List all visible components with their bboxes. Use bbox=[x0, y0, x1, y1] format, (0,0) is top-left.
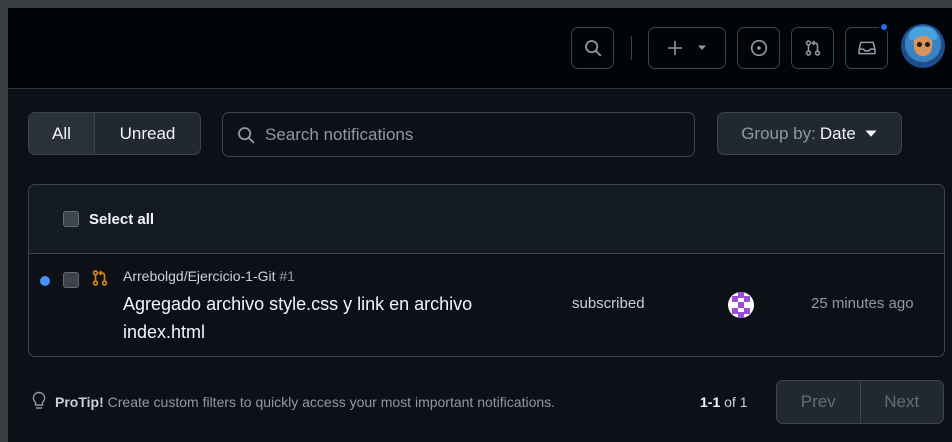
notification-title[interactable]: Agregado archivo style.css y link en arc… bbox=[123, 290, 523, 346]
notification-reason: subscribed bbox=[572, 295, 645, 312]
git-pull-request-icon bbox=[92, 270, 108, 286]
notifications-page: All Unread Group by: Date Select all Arr… bbox=[8, 8, 952, 442]
select-all-checkbox[interactable] bbox=[63, 211, 79, 227]
plus-icon bbox=[667, 40, 683, 56]
protip-label: ProTip! bbox=[55, 394, 104, 410]
group-by-label: Group by: bbox=[741, 123, 816, 143]
read-filter-segmented-control: All Unread bbox=[28, 112, 201, 155]
triangle-down-icon bbox=[865, 130, 877, 137]
pull-requests-button[interactable] bbox=[791, 27, 834, 69]
author-avatar bbox=[728, 292, 754, 318]
notification-checkbox[interactable] bbox=[63, 272, 79, 288]
search-icon bbox=[584, 40, 601, 57]
filter-unread-button[interactable]: Unread bbox=[95, 113, 200, 154]
search-button[interactable] bbox=[571, 27, 614, 69]
inbox-button[interactable] bbox=[845, 27, 888, 69]
pagination-count: 1-1 of 1 bbox=[700, 394, 747, 410]
pagination: Prev Next bbox=[776, 380, 944, 424]
user-avatar[interactable] bbox=[901, 24, 945, 68]
protip-message: Create custom filters to quickly access … bbox=[107, 394, 556, 410]
list-header: Select all bbox=[29, 185, 944, 254]
header-divider bbox=[631, 36, 632, 60]
search-icon bbox=[238, 126, 255, 143]
notification-repo: Arrebolgd/Ejercicio-1-Git #1 bbox=[123, 268, 295, 284]
unread-dot bbox=[40, 276, 50, 286]
global-header bbox=[8, 8, 952, 89]
pagination-total: of 1 bbox=[724, 394, 748, 410]
group-by-dropdown[interactable]: Group by: Date bbox=[717, 112, 902, 155]
notifications-list: Select all Arrebolgd/Ejercicio-1-Git #1 … bbox=[28, 184, 945, 357]
triangle-down-icon bbox=[698, 45, 706, 50]
search-input[interactable] bbox=[265, 124, 665, 145]
group-by-value: Date bbox=[819, 123, 856, 143]
filter-all-button[interactable]: All bbox=[29, 113, 95, 154]
notifications-search bbox=[222, 112, 695, 157]
issue-opened-icon bbox=[750, 39, 767, 57]
light-bulb-icon bbox=[32, 391, 46, 409]
repo-name: Arrebolgd/Ejercicio-1-Git bbox=[123, 268, 276, 284]
prev-button[interactable]: Prev bbox=[777, 381, 861, 423]
notification-item[interactable]: Arrebolgd/Ejercicio-1-Git #1 Agregado ar… bbox=[29, 254, 944, 356]
issue-number: #1 bbox=[279, 268, 295, 284]
git-pull-request-icon bbox=[805, 40, 820, 56]
unread-indicator-dot bbox=[879, 22, 889, 32]
inbox-icon bbox=[857, 41, 876, 55]
next-button[interactable]: Next bbox=[861, 381, 944, 423]
notification-time: 25 minutes ago bbox=[811, 295, 914, 312]
pagination-range: 1-1 bbox=[700, 394, 721, 410]
create-new-button[interactable] bbox=[648, 27, 726, 69]
select-all-label[interactable]: Select all bbox=[89, 211, 154, 228]
issues-button[interactable] bbox=[737, 27, 780, 69]
notifications-footer: ProTip! Create custom filters to quickly… bbox=[8, 378, 952, 428]
protip-text: ProTip! Create custom filters to quickly… bbox=[55, 394, 555, 410]
